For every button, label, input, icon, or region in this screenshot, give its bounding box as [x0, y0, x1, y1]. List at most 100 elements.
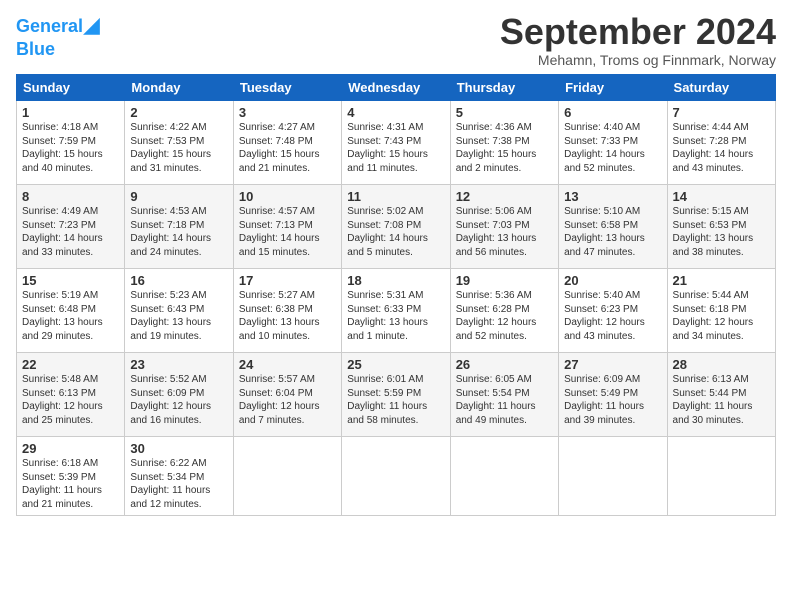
month-title: September 2024 [500, 14, 776, 50]
cell-details: Sunrise: 4:27 AMSunset: 7:48 PMDaylight:… [239, 121, 336, 175]
calendar-cell: 1Sunrise: 4:18 AMSunset: 7:59 PMDaylight… [17, 101, 125, 185]
calendar-cell: 10Sunrise: 4:57 AMSunset: 7:13 PMDayligh… [233, 185, 341, 269]
cell-details: Sunrise: 4:49 AMSunset: 7:23 PMDaylight:… [22, 205, 119, 259]
day-number: 13 [564, 189, 661, 204]
cell-details: Sunrise: 4:18 AMSunset: 7:59 PMDaylight:… [22, 121, 119, 175]
cell-details: Sunrise: 4:40 AMSunset: 7:33 PMDaylight:… [564, 121, 661, 175]
logo-text: General [16, 17, 83, 37]
day-number: 8 [22, 189, 119, 204]
day-number: 3 [239, 105, 336, 120]
cell-details: Sunrise: 6:09 AMSunset: 5:49 PMDaylight:… [564, 373, 661, 427]
calendar-cell: 19Sunrise: 5:36 AMSunset: 6:28 PMDayligh… [450, 269, 558, 353]
cell-details: Sunrise: 6:01 AMSunset: 5:59 PMDaylight:… [347, 373, 444, 427]
title-area: September 2024 Mehamn, Troms og Finnmark… [500, 14, 776, 68]
cell-details: Sunrise: 5:02 AMSunset: 7:08 PMDaylight:… [347, 205, 444, 259]
logo: General ◢ Blue [16, 14, 100, 60]
calendar-cell: 21Sunrise: 5:44 AMSunset: 6:18 PMDayligh… [667, 269, 775, 353]
calendar: SundayMondayTuesdayWednesdayThursdayFrid… [16, 74, 776, 516]
cell-details: Sunrise: 4:31 AMSunset: 7:43 PMDaylight:… [347, 121, 444, 175]
cell-details: Sunrise: 4:36 AMSunset: 7:38 PMDaylight:… [456, 121, 553, 175]
day-number: 10 [239, 189, 336, 204]
day-number: 23 [130, 357, 227, 372]
day-number: 12 [456, 189, 553, 204]
cell-details: Sunrise: 4:57 AMSunset: 7:13 PMDaylight:… [239, 205, 336, 259]
calendar-cell: 4Sunrise: 4:31 AMSunset: 7:43 PMDaylight… [342, 101, 450, 185]
day-number: 14 [673, 189, 770, 204]
cell-details: Sunrise: 5:36 AMSunset: 6:28 PMDaylight:… [456, 289, 553, 343]
cell-details: Sunrise: 5:10 AMSunset: 6:58 PMDaylight:… [564, 205, 661, 259]
calendar-cell: 17Sunrise: 5:27 AMSunset: 6:38 PMDayligh… [233, 269, 341, 353]
calendar-cell: 8Sunrise: 4:49 AMSunset: 7:23 PMDaylight… [17, 185, 125, 269]
calendar-cell: 18Sunrise: 5:31 AMSunset: 6:33 PMDayligh… [342, 269, 450, 353]
calendar-cell [559, 437, 667, 516]
calendar-cell [342, 437, 450, 516]
cell-details: Sunrise: 4:22 AMSunset: 7:53 PMDaylight:… [130, 121, 227, 175]
weekday-wednesday: Wednesday [342, 75, 450, 101]
day-number: 9 [130, 189, 227, 204]
cell-details: Sunrise: 5:40 AMSunset: 6:23 PMDaylight:… [564, 289, 661, 343]
cell-details: Sunrise: 4:53 AMSunset: 7:18 PMDaylight:… [130, 205, 227, 259]
day-number: 15 [22, 273, 119, 288]
calendar-cell: 24Sunrise: 5:57 AMSunset: 6:04 PMDayligh… [233, 353, 341, 437]
day-number: 6 [564, 105, 661, 120]
weekday-tuesday: Tuesday [233, 75, 341, 101]
calendar-cell: 3Sunrise: 4:27 AMSunset: 7:48 PMDaylight… [233, 101, 341, 185]
cell-details: Sunrise: 5:23 AMSunset: 6:43 PMDaylight:… [130, 289, 227, 343]
calendar-cell: 9Sunrise: 4:53 AMSunset: 7:18 PMDaylight… [125, 185, 233, 269]
calendar-cell: 23Sunrise: 5:52 AMSunset: 6:09 PMDayligh… [125, 353, 233, 437]
calendar-cell: 15Sunrise: 5:19 AMSunset: 6:48 PMDayligh… [17, 269, 125, 353]
weekday-friday: Friday [559, 75, 667, 101]
calendar-cell: 2Sunrise: 4:22 AMSunset: 7:53 PMDaylight… [125, 101, 233, 185]
day-number: 26 [456, 357, 553, 372]
day-number: 2 [130, 105, 227, 120]
calendar-cell: 30Sunrise: 6:22 AMSunset: 5:34 PMDayligh… [125, 437, 233, 516]
day-number: 11 [347, 189, 444, 204]
day-number: 22 [22, 357, 119, 372]
calendar-cell: 6Sunrise: 4:40 AMSunset: 7:33 PMDaylight… [559, 101, 667, 185]
day-number: 28 [673, 357, 770, 372]
cell-details: Sunrise: 6:22 AMSunset: 5:34 PMDaylight:… [130, 457, 227, 511]
calendar-cell [233, 437, 341, 516]
calendar-cell: 7Sunrise: 4:44 AMSunset: 7:28 PMDaylight… [667, 101, 775, 185]
day-number: 7 [673, 105, 770, 120]
day-number: 24 [239, 357, 336, 372]
calendar-cell: 25Sunrise: 6:01 AMSunset: 5:59 PMDayligh… [342, 353, 450, 437]
cell-details: Sunrise: 5:06 AMSunset: 7:03 PMDaylight:… [456, 205, 553, 259]
week-row-1: 8Sunrise: 4:49 AMSunset: 7:23 PMDaylight… [17, 185, 776, 269]
location: Mehamn, Troms og Finnmark, Norway [500, 52, 776, 68]
calendar-cell: 28Sunrise: 6:13 AMSunset: 5:44 PMDayligh… [667, 353, 775, 437]
logo-blue: Blue [16, 40, 100, 60]
cell-details: Sunrise: 5:52 AMSunset: 6:09 PMDaylight:… [130, 373, 227, 427]
weekday-saturday: Saturday [667, 75, 775, 101]
day-number: 17 [239, 273, 336, 288]
day-number: 4 [347, 105, 444, 120]
calendar-cell: 27Sunrise: 6:09 AMSunset: 5:49 PMDayligh… [559, 353, 667, 437]
week-row-2: 15Sunrise: 5:19 AMSunset: 6:48 PMDayligh… [17, 269, 776, 353]
cell-details: Sunrise: 5:19 AMSunset: 6:48 PMDaylight:… [22, 289, 119, 343]
week-row-3: 22Sunrise: 5:48 AMSunset: 6:13 PMDayligh… [17, 353, 776, 437]
day-number: 5 [456, 105, 553, 120]
calendar-cell: 5Sunrise: 4:36 AMSunset: 7:38 PMDaylight… [450, 101, 558, 185]
weekday-thursday: Thursday [450, 75, 558, 101]
header: General ◢ Blue September 2024 Mehamn, Tr… [16, 14, 776, 68]
calendar-cell: 22Sunrise: 5:48 AMSunset: 6:13 PMDayligh… [17, 353, 125, 437]
day-number: 1 [22, 105, 119, 120]
calendar-cell [667, 437, 775, 516]
cell-details: Sunrise: 5:44 AMSunset: 6:18 PMDaylight:… [673, 289, 770, 343]
cell-details: Sunrise: 5:15 AMSunset: 6:53 PMDaylight:… [673, 205, 770, 259]
calendar-cell [450, 437, 558, 516]
day-number: 25 [347, 357, 444, 372]
calendar-cell: 26Sunrise: 6:05 AMSunset: 5:54 PMDayligh… [450, 353, 558, 437]
weekday-header-row: SundayMondayTuesdayWednesdayThursdayFrid… [17, 75, 776, 101]
day-number: 16 [130, 273, 227, 288]
day-number: 20 [564, 273, 661, 288]
cell-details: Sunrise: 5:57 AMSunset: 6:04 PMDaylight:… [239, 373, 336, 427]
day-number: 29 [22, 441, 119, 456]
calendar-cell: 11Sunrise: 5:02 AMSunset: 7:08 PMDayligh… [342, 185, 450, 269]
cell-details: Sunrise: 6:13 AMSunset: 5:44 PMDaylight:… [673, 373, 770, 427]
day-number: 21 [673, 273, 770, 288]
calendar-cell: 16Sunrise: 5:23 AMSunset: 6:43 PMDayligh… [125, 269, 233, 353]
calendar-cell: 20Sunrise: 5:40 AMSunset: 6:23 PMDayligh… [559, 269, 667, 353]
logo-bird-icon: ◢ [83, 12, 100, 38]
cell-details: Sunrise: 5:31 AMSunset: 6:33 PMDaylight:… [347, 289, 444, 343]
